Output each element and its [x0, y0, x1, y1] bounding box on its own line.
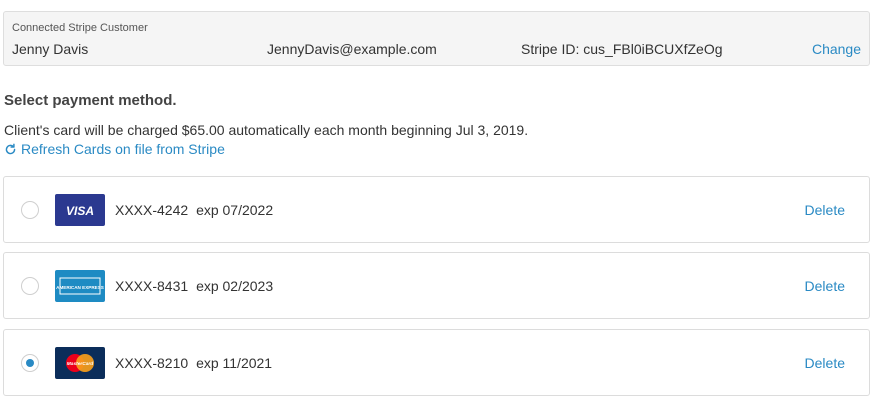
refresh-cards-link[interactable]: Refresh Cards on file from Stripe [4, 141, 225, 157]
card-radio-mastercard[interactable] [21, 354, 39, 372]
card-radio-visa[interactable] [21, 201, 39, 219]
mastercard-logo-text: MasterCard [67, 361, 94, 367]
amex-card-icon: AMERICAN EXPRESS [55, 270, 105, 302]
card-number: XXXX-8210 [115, 355, 189, 371]
charge-description: Client's card will be charged $65.00 aut… [4, 122, 529, 138]
payment-method-title: Select payment method. [4, 92, 177, 109]
change-customer-link[interactable]: Change [812, 41, 861, 57]
card-number: XXXX-8431 [115, 278, 189, 294]
delete-card-visa[interactable]: Delete [805, 202, 845, 218]
mastercard-card-icon: MasterCard [55, 347, 105, 379]
card-radio-amex[interactable] [21, 277, 39, 295]
card-expiry: exp 07/2022 [196, 202, 274, 218]
delete-card-mastercard[interactable]: Delete [805, 355, 845, 371]
connected-customer-label: Connected Stripe Customer [12, 22, 148, 34]
card-details: XXXX-4242 exp 07/2022 [115, 202, 273, 218]
refresh-cards-label: Refresh Cards on file from Stripe [21, 141, 225, 157]
card-row-mastercard[interactable]: MasterCard XXXX-8210 exp 11/2021 Delete [3, 329, 870, 396]
delete-card-amex[interactable]: Delete [805, 278, 845, 294]
card-row-amex[interactable]: AMERICAN EXPRESS XXXX-8431 exp 02/2023 D… [3, 252, 870, 319]
visa-logo-text: VISA [66, 204, 94, 218]
card-expiry: exp 02/2023 [196, 278, 274, 294]
amex-logo-text: AMERICAN EXPRESS [56, 285, 104, 290]
card-row-visa[interactable]: VISA XXXX-4242 exp 07/2022 Delete [3, 176, 870, 243]
card-details: XXXX-8431 exp 02/2023 [115, 278, 273, 294]
card-details: XXXX-8210 exp 11/2021 [115, 355, 272, 371]
customer-name: Jenny Davis [12, 41, 89, 57]
customer-stripe-id: Stripe ID: cus_FBl0iBCUXfZeOg [521, 41, 723, 57]
refresh-icon [5, 143, 16, 154]
customer-email: JennyDavis@example.com [267, 41, 437, 57]
connected-customer-panel: Connected Stripe Customer Jenny Davis Je… [3, 11, 870, 66]
visa-card-icon: VISA [55, 194, 105, 226]
card-expiry: exp 11/2021 [196, 355, 273, 371]
card-number: XXXX-4242 [115, 202, 189, 218]
